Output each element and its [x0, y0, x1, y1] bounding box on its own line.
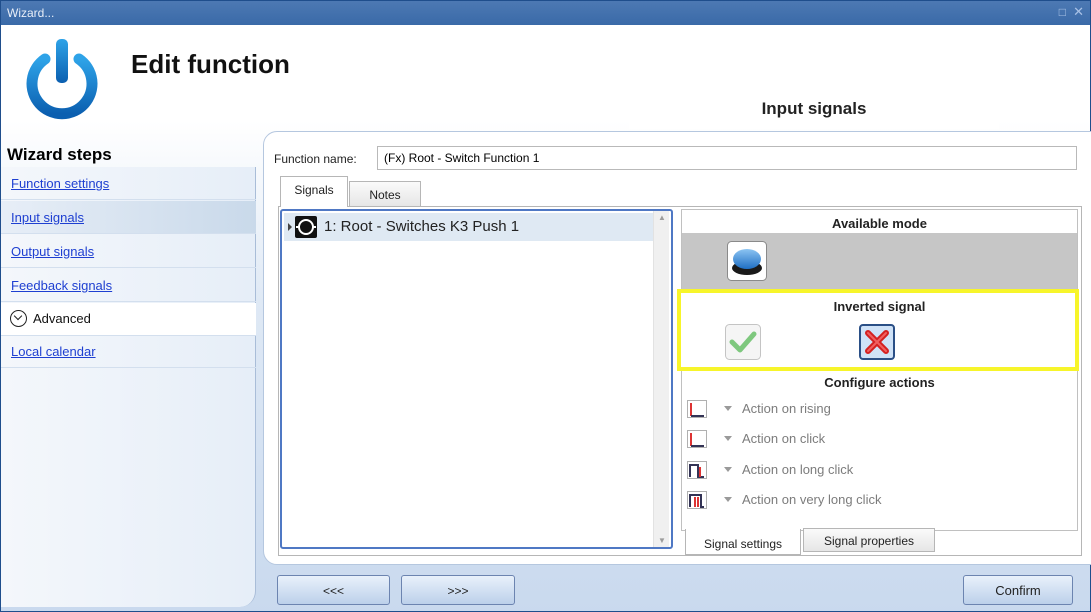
step-input-signals[interactable]: Input signals	[1, 201, 256, 234]
scroll-up-icon[interactable]: ▲	[658, 213, 666, 222]
action-row-rising[interactable]: Action on rising	[687, 399, 1067, 421]
page-title: Edit function	[131, 49, 290, 79]
maximize-icon[interactable]: □	[1059, 5, 1066, 19]
long-click-icon	[687, 461, 707, 479]
step-output-signals[interactable]: Output signals	[1, 235, 256, 268]
check-icon[interactable]	[725, 324, 761, 360]
click-icon	[687, 430, 707, 448]
wizard-window: Wizard... □ ✕ Edit function Input signal…	[0, 0, 1091, 612]
action-label: Action on rising	[742, 401, 831, 416]
switch-icon	[295, 216, 317, 238]
chevron-down-icon	[10, 310, 27, 327]
action-row-click[interactable]: Action on click	[687, 429, 1067, 451]
close-icon[interactable]: ✕	[1073, 4, 1084, 20]
tab-signal-settings[interactable]: Signal settings	[685, 529, 801, 555]
configure-actions-title: Configure actions	[824, 375, 935, 390]
dropdown-arrow-icon[interactable]	[724, 406, 732, 411]
next-button[interactable]: >>>	[401, 575, 515, 605]
wizard-steps-title: Wizard steps	[7, 145, 112, 164]
confirm-button[interactable]: Confirm	[963, 575, 1073, 605]
rising-edge-icon	[687, 400, 707, 418]
advanced-label: Advanced	[33, 311, 91, 326]
step-local-calendar[interactable]: Local calendar	[1, 335, 256, 368]
action-label: Action on click	[742, 431, 826, 446]
power-icon	[26, 39, 98, 120]
current-step-header: Input signals	[629, 85, 999, 129]
wizard-steps-panel: Function settings Input signals Output s…	[1, 167, 256, 607]
tab-signal-properties[interactable]: Signal properties	[803, 528, 935, 552]
available-mode-title: Available mode	[832, 216, 927, 231]
tab-signals[interactable]: Signals	[280, 176, 348, 207]
signal-list-scrollbar[interactable]: ▲ ▼	[653, 211, 669, 547]
title-bar: Wizard... □ ✕	[1, 1, 1090, 25]
action-row-very-long-click[interactable]: Action on very long click	[687, 490, 1067, 512]
tab-notes[interactable]: Notes	[349, 181, 421, 207]
inverted-signal-title: Inverted signal	[833, 299, 926, 314]
signal-label: 1: Root - Switches K3 Push 1	[324, 218, 520, 235]
window-title: Wizard...	[7, 6, 55, 20]
action-row-long-click[interactable]: Action on long click	[687, 460, 1067, 482]
dropdown-arrow-icon[interactable]	[724, 497, 732, 502]
function-name-label: Function name:	[274, 152, 357, 166]
step-function-settings[interactable]: Function settings	[1, 167, 256, 200]
action-label: Action on very long click	[742, 492, 882, 507]
previous-button[interactable]: <<<	[277, 575, 390, 605]
dropdown-arrow-icon[interactable]	[724, 467, 732, 472]
push-button-icon[interactable]	[727, 241, 767, 281]
cross-icon[interactable]	[859, 324, 895, 360]
step-feedback-signals[interactable]: Feedback signals	[1, 269, 256, 302]
advanced-section-toggle[interactable]: Advanced	[1, 303, 256, 336]
function-name-input[interactable]	[377, 146, 1077, 170]
dropdown-arrow-icon[interactable]	[724, 436, 732, 441]
signal-list: 1: Root - Switches K3 Push 1	[280, 209, 673, 549]
very-long-click-icon	[687, 491, 707, 509]
signal-list-item[interactable]: 1: Root - Switches K3 Push 1	[284, 213, 654, 241]
action-label: Action on long click	[742, 462, 854, 477]
scroll-down-icon[interactable]: ▼	[658, 536, 666, 545]
expand-arrow-icon[interactable]	[288, 223, 292, 231]
